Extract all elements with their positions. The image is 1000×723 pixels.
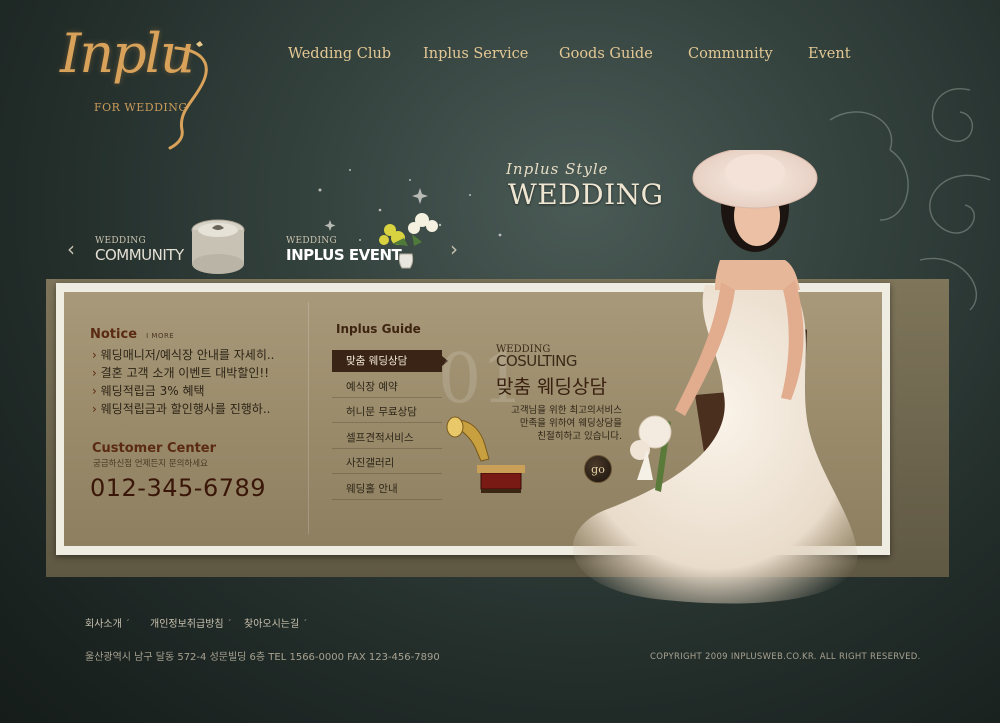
logo-subtitle: FOR WEDDING: [94, 101, 188, 114]
notice-title: Notice: [90, 327, 138, 342]
notice-item[interactable]: 웨딩매니저/예식장 안내를 자세히..: [92, 346, 275, 363]
customer-center-subtitle: 궁금하신점 언제든지 문의하세요: [93, 459, 208, 469]
guide-item-hall[interactable]: 웨딩홀 안내: [332, 478, 442, 500]
nav-wedding-club[interactable]: Wedding Club: [288, 46, 391, 62]
panel-divider: [308, 302, 309, 534]
slider-prev-icon[interactable]: ‹: [67, 237, 75, 261]
bride-image: [572, 150, 858, 604]
guide-item-consulting[interactable]: 맞춤 웨딩상담: [332, 350, 448, 372]
flower-vase-icon: [379, 213, 438, 269]
footer-copyright: COPYRIGHT 2009 INPLUSWEB.CO.KR. ALL RIGH…: [650, 652, 921, 662]
gift-box-icon: [191, 219, 245, 274]
logo-flourish-icon: [168, 41, 208, 150]
footer-link-directions[interactable]: 찾아오시는길: [244, 615, 307, 630]
slide-community-small: WEDDING: [95, 236, 146, 246]
guide-title: Inplus Guide: [336, 322, 421, 336]
footer-link-privacy[interactable]: 개인정보취급방침: [150, 615, 232, 630]
nav-inplus-service[interactable]: Inplus Service: [423, 46, 528, 62]
footer-address: 울산광역시 남구 달동 572-4 성문빌딩 6층 TEL 1566-0000 …: [85, 652, 440, 663]
notice-item[interactable]: 웨딩적립금 3% 혜택: [92, 382, 205, 399]
customer-center-title: Customer Center: [92, 441, 217, 456]
guide-item-venue[interactable]: 예식장 예약: [332, 376, 442, 398]
notice-header: Notice I MORE: [90, 323, 174, 342]
slide-community-label: COMMUNITY: [95, 246, 184, 264]
notice-item[interactable]: 결혼 고객 소개 이벤트 대박할인!!: [92, 364, 269, 381]
nav-community[interactable]: Community: [688, 46, 773, 62]
notice-more-link[interactable]: I MORE: [146, 332, 174, 340]
gramophone-icon: [446, 416, 525, 493]
guide-item-gallery[interactable]: 사진갤러리: [332, 452, 442, 474]
guide-item-honeymoon[interactable]: 허니문 무료상담: [332, 401, 442, 423]
slider-next-icon[interactable]: ›: [450, 237, 458, 261]
slide-community[interactable]: WEDDING COMMUNITY: [95, 236, 184, 264]
footer-link-about[interactable]: 회사소개: [85, 615, 130, 630]
customer-center-phone: 012-345-6789: [90, 474, 267, 502]
guide-item-estimate[interactable]: 셀프견적서비스: [332, 427, 442, 449]
notice-item[interactable]: 웨딩적립금과 할인행사를 진행하..: [92, 400, 271, 417]
nav-goods-guide[interactable]: Goods Guide: [559, 46, 653, 62]
